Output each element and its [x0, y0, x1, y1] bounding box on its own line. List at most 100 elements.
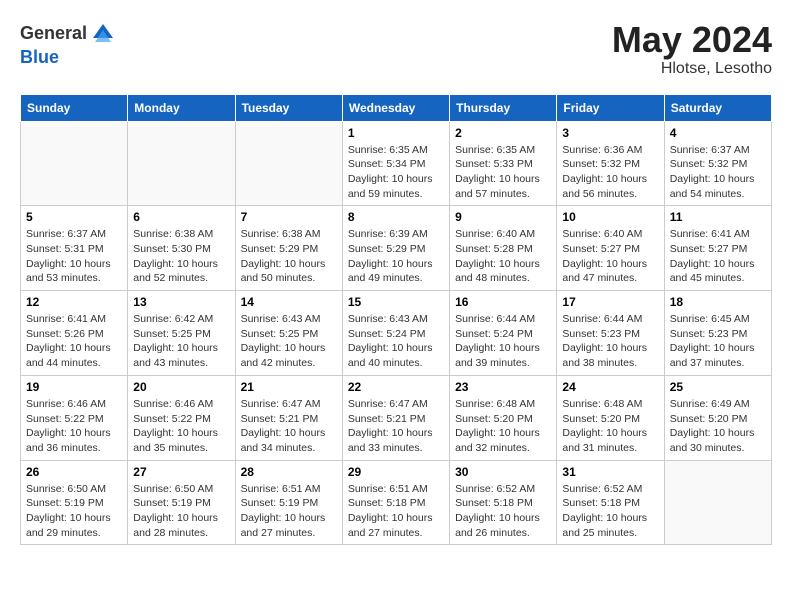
title-month: May 2024: [612, 20, 772, 60]
day-info: Sunrise: 6:35 AMSunset: 5:34 PMDaylight:…: [348, 143, 444, 202]
calendar-cell: 24 Sunrise: 6:48 AMSunset: 5:20 PMDayligh…: [557, 375, 664, 460]
day-number: 23: [455, 380, 551, 394]
calendar-cell: 28 Sunrise: 6:51 AMSunset: 5:19 PMDayligh…: [235, 460, 342, 545]
calendar-cell: 17 Sunrise: 6:44 AMSunset: 5:23 PMDayligh…: [557, 291, 664, 376]
day-info: Sunrise: 6:42 AMSunset: 5:25 PMDaylight:…: [133, 312, 229, 371]
logo-text: General Blue: [20, 20, 117, 68]
header-saturday: Saturday: [664, 94, 771, 121]
day-number: 27: [133, 465, 229, 479]
day-info: Sunrise: 6:41 AMSunset: 5:27 PMDaylight:…: [670, 227, 766, 286]
day-number: 22: [348, 380, 444, 394]
header-wednesday: Wednesday: [342, 94, 449, 121]
week-row-1: 5 Sunrise: 6:37 AMSunset: 5:31 PMDaylight…: [21, 206, 772, 291]
header-thursday: Thursday: [450, 94, 557, 121]
week-row-4: 26 Sunrise: 6:50 AMSunset: 5:19 PMDayligh…: [21, 460, 772, 545]
calendar-cell: 31Sunrise: 6:52 AMSunset: 5:18 PMDayligh…: [557, 460, 664, 545]
day-info: Sunrise: 6:49 AMSunset: 5:20 PMDaylight:…: [670, 397, 766, 456]
calendar-cell: 1 Sunrise: 6:35 AMSunset: 5:34 PMDaylight…: [342, 121, 449, 206]
calendar-cell: 3 Sunrise: 6:36 AMSunset: 5:32 PMDaylight…: [557, 121, 664, 206]
calendar-cell: 19Sunrise: 6:46 AMSunset: 5:22 PMDayligh…: [21, 375, 128, 460]
day-info: Sunrise: 6:39 AMSunset: 5:29 PMDaylight:…: [348, 227, 444, 286]
day-number: 28: [241, 465, 337, 479]
day-info: Sunrise: 6:43 AMSunset: 5:24 PMDaylight:…: [348, 312, 444, 371]
day-info: Sunrise: 6:38 AMSunset: 5:29 PMDaylight:…: [241, 227, 337, 286]
day-info: Sunrise: 6:43 AMSunset: 5:25 PMDaylight:…: [241, 312, 337, 371]
calendar-cell: 22 Sunrise: 6:47 AMSunset: 5:21 PMDayligh…: [342, 375, 449, 460]
day-info: Sunrise: 6:51 AMSunset: 5:19 PMDaylight:…: [241, 482, 337, 541]
calendar-cell: 25 Sunrise: 6:49 AMSunset: 5:20 PMDayligh…: [664, 375, 771, 460]
day-number: 7: [241, 210, 337, 224]
day-info: Sunrise: 6:36 AMSunset: 5:32 PMDaylight:…: [562, 143, 658, 202]
day-info: Sunrise: 6:51 AMSunset: 5:18 PMDaylight:…: [348, 482, 444, 541]
day-info: Sunrise: 6:48 AMSunset: 5:20 PMDaylight:…: [562, 397, 658, 456]
week-row-3: 19Sunrise: 6:46 AMSunset: 5:22 PMDayligh…: [21, 375, 772, 460]
calendar-cell: 18Sunrise: 6:45 AMSunset: 5:23 PMDayligh…: [664, 291, 771, 376]
calendar: Sunday Monday Tuesday Wednesday Thursday…: [20, 94, 772, 546]
title-block: May 2024 Hlotse, Lesotho: [612, 20, 772, 78]
day-number: 3: [562, 126, 658, 140]
header-sunday: Sunday: [21, 94, 128, 121]
calendar-cell: 13 Sunrise: 6:42 AMSunset: 5:25 PMDayligh…: [128, 291, 235, 376]
day-number: 19: [26, 380, 122, 394]
calendar-cell: [21, 121, 128, 206]
day-info: Sunrise: 6:38 AMSunset: 5:30 PMDaylight:…: [133, 227, 229, 286]
week-row-0: 1 Sunrise: 6:35 AMSunset: 5:34 PMDaylight…: [21, 121, 772, 206]
logo-blue: Blue: [20, 48, 117, 68]
day-number: 18: [670, 295, 766, 309]
header: General Blue May 2024 Hlotse, Lesotho: [20, 20, 772, 78]
calendar-cell: 11 Sunrise: 6:41 AMSunset: 5:27 PMDayligh…: [664, 206, 771, 291]
day-info: Sunrise: 6:52 AMSunset: 5:18 PMDaylight:…: [455, 482, 551, 541]
day-info: Sunrise: 6:40 AMSunset: 5:28 PMDaylight:…: [455, 227, 551, 286]
calendar-cell: [235, 121, 342, 206]
day-number: 4: [670, 126, 766, 140]
day-number: 24: [562, 380, 658, 394]
calendar-cell: 9 Sunrise: 6:40 AMSunset: 5:28 PMDaylight…: [450, 206, 557, 291]
logo: General Blue: [20, 20, 117, 68]
logo-icon: [89, 20, 117, 48]
day-info: Sunrise: 6:37 AMSunset: 5:31 PMDaylight:…: [26, 227, 122, 286]
day-number: 30: [455, 465, 551, 479]
calendar-cell: 8Sunrise: 6:39 AMSunset: 5:29 PMDaylight…: [342, 206, 449, 291]
week-row-2: 12Sunrise: 6:41 AMSunset: 5:26 PMDayligh…: [21, 291, 772, 376]
day-info: Sunrise: 6:40 AMSunset: 5:27 PMDaylight:…: [562, 227, 658, 286]
header-friday: Friday: [557, 94, 664, 121]
day-number: 21: [241, 380, 337, 394]
calendar-cell: [664, 460, 771, 545]
day-number: 14: [241, 295, 337, 309]
day-number: 16: [455, 295, 551, 309]
calendar-cell: 29 Sunrise: 6:51 AMSunset: 5:18 PMDayligh…: [342, 460, 449, 545]
day-number: 17: [562, 295, 658, 309]
day-number: 25: [670, 380, 766, 394]
day-number: 10: [562, 210, 658, 224]
day-number: 13: [133, 295, 229, 309]
weekday-header-row: Sunday Monday Tuesday Wednesday Thursday…: [21, 94, 772, 121]
day-number: 11: [670, 210, 766, 224]
title-location: Hlotse, Lesotho: [612, 60, 772, 78]
calendar-cell: 16Sunrise: 6:44 AMSunset: 5:24 PMDayligh…: [450, 291, 557, 376]
day-number: 5: [26, 210, 122, 224]
calendar-cell: 6Sunrise: 6:38 AMSunset: 5:30 PMDaylight…: [128, 206, 235, 291]
day-number: 1: [348, 126, 444, 140]
calendar-cell: 7 Sunrise: 6:38 AMSunset: 5:29 PMDaylight…: [235, 206, 342, 291]
day-number: 9: [455, 210, 551, 224]
calendar-cell: 20Sunrise: 6:46 AMSunset: 5:22 PMDayligh…: [128, 375, 235, 460]
header-monday: Monday: [128, 94, 235, 121]
day-number: 20: [133, 380, 229, 394]
calendar-cell: [128, 121, 235, 206]
day-info: Sunrise: 6:47 AMSunset: 5:21 PMDaylight:…: [241, 397, 337, 456]
calendar-cell: 12Sunrise: 6:41 AMSunset: 5:26 PMDayligh…: [21, 291, 128, 376]
day-number: 31: [562, 465, 658, 479]
day-info: Sunrise: 6:50 AMSunset: 5:19 PMDaylight:…: [26, 482, 122, 541]
calendar-cell: 2Sunrise: 6:35 AMSunset: 5:33 PMDaylight…: [450, 121, 557, 206]
logo-general: General: [20, 24, 87, 44]
day-number: 29: [348, 465, 444, 479]
calendar-cell: 5 Sunrise: 6:37 AMSunset: 5:31 PMDaylight…: [21, 206, 128, 291]
day-info: Sunrise: 6:44 AMSunset: 5:23 PMDaylight:…: [562, 312, 658, 371]
day-number: 26: [26, 465, 122, 479]
calendar-cell: 15Sunrise: 6:43 AMSunset: 5:24 PMDayligh…: [342, 291, 449, 376]
calendar-cell: 26 Sunrise: 6:50 AMSunset: 5:19 PMDayligh…: [21, 460, 128, 545]
page: General Blue May 2024 Hlotse, Lesotho Su…: [0, 0, 792, 555]
day-number: 2: [455, 126, 551, 140]
day-info: Sunrise: 6:50 AMSunset: 5:19 PMDaylight:…: [133, 482, 229, 541]
day-info: Sunrise: 6:47 AMSunset: 5:21 PMDaylight:…: [348, 397, 444, 456]
